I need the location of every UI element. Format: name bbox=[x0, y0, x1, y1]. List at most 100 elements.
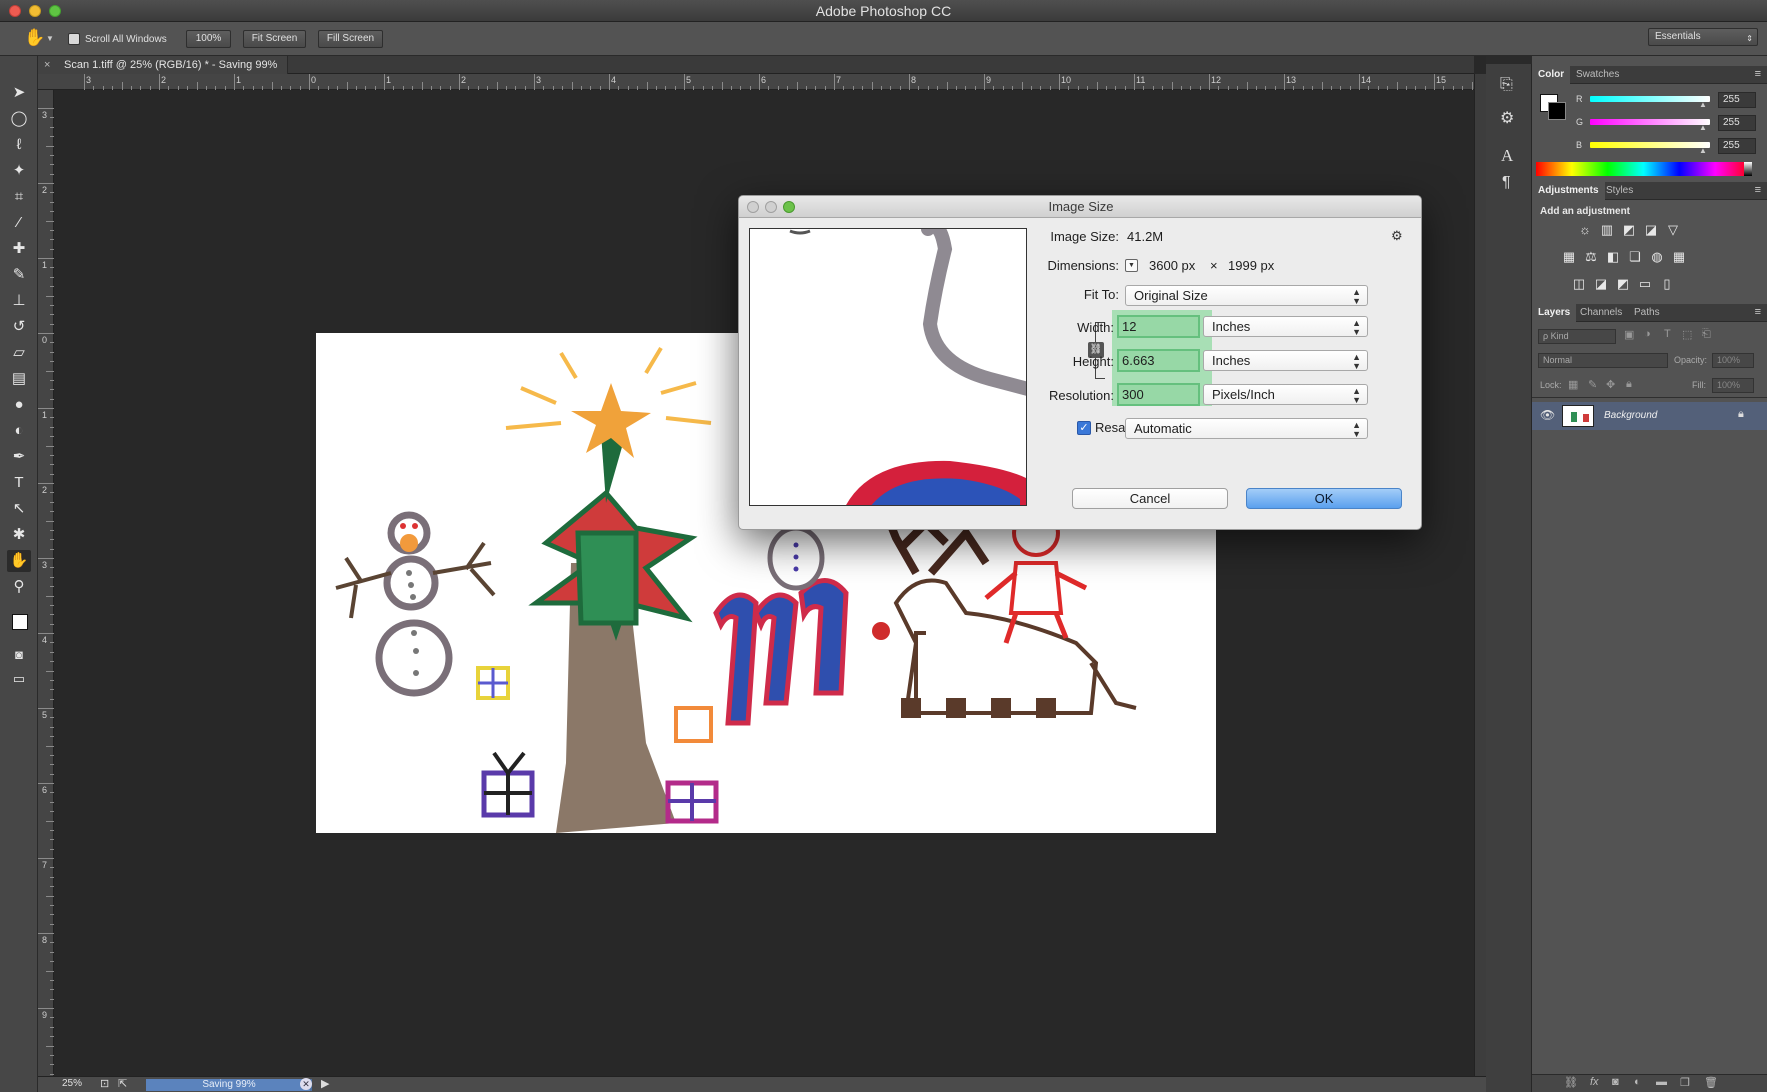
g-slider[interactable] bbox=[1590, 119, 1710, 125]
tool-preset-chevron-icon[interactable]: ▼ bbox=[46, 34, 54, 43]
channel-mixer-icon[interactable]: ◍ bbox=[1648, 249, 1666, 265]
slider-thumb-icon[interactable]: ▲ bbox=[1699, 123, 1707, 132]
new-layer-icon[interactable]: ❐ bbox=[1680, 1076, 1690, 1089]
blur-tool-icon[interactable]: ● bbox=[7, 394, 31, 416]
vertical-scrollbar[interactable] bbox=[1474, 74, 1486, 1076]
status-menu-arrow-icon[interactable]: ▶ bbox=[321, 1077, 329, 1090]
fill-value[interactable]: 100% bbox=[1712, 378, 1754, 393]
gradient-tool-icon[interactable]: ▤ bbox=[7, 368, 31, 390]
color-spectrum-ramp[interactable] bbox=[1536, 162, 1751, 176]
shape-filter-icon[interactable]: ⬚ bbox=[1682, 328, 1692, 341]
zoom-level[interactable]: 25% bbox=[62, 1078, 82, 1089]
resample-select[interactable]: Automatic ▲ ▼ bbox=[1125, 418, 1368, 439]
zoom-100-button[interactable]: 100% bbox=[186, 30, 231, 48]
blend-mode-select[interactable]: Normal bbox=[1538, 353, 1668, 368]
character-panel-icon[interactable]: A bbox=[1501, 146, 1513, 166]
background-color-swatch[interactable] bbox=[1548, 102, 1566, 120]
dimensions-units-dropdown-icon[interactable]: ▼ bbox=[1125, 259, 1138, 272]
panel-menu-icon[interactable]: ≡ bbox=[1755, 184, 1761, 196]
layer-mask-icon[interactable]: ◙ bbox=[1612, 1076, 1619, 1088]
height-unit-select[interactable]: Inches ▲ ▼ bbox=[1203, 350, 1368, 371]
magic-wand-tool-icon[interactable]: ✦ bbox=[7, 160, 31, 182]
cancel-button[interactable]: Cancel bbox=[1072, 488, 1228, 509]
layer-style-icon[interactable]: fx bbox=[1590, 1076, 1599, 1088]
posterize-icon[interactable]: ◪ bbox=[1592, 276, 1610, 292]
fit-to-select[interactable]: Original Size ▲ ▼ bbox=[1125, 285, 1368, 306]
lock-transparency-icon[interactable]: ▦ bbox=[1568, 378, 1578, 391]
ok-button[interactable]: OK bbox=[1246, 488, 1402, 509]
r-value[interactable]: 255 bbox=[1718, 92, 1756, 108]
selective-color-icon[interactable]: ▯ bbox=[1658, 276, 1676, 292]
scroll-all-windows-checkbox[interactable] bbox=[68, 33, 80, 45]
resolution-unit-select[interactable]: Pixels/Inch ▲ ▼ bbox=[1203, 384, 1368, 405]
layer-lock-icon[interactable]: 🔒︎ bbox=[1738, 408, 1744, 421]
dialog-minimize-button[interactable] bbox=[765, 201, 777, 213]
photo-filter-icon[interactable]: ❏ bbox=[1626, 249, 1644, 265]
zoom-tool-icon[interactable]: ⚲ bbox=[7, 576, 31, 598]
history-brush-tool-icon[interactable]: ↺ bbox=[7, 316, 31, 338]
tab-adjustments[interactable]: Adjustments bbox=[1532, 182, 1605, 200]
settings-gear-icon[interactable]: ⚙ bbox=[1391, 228, 1403, 244]
brightness-contrast-icon[interactable]: ☼ bbox=[1576, 222, 1594, 238]
eraser-tool-icon[interactable]: ▱ bbox=[7, 342, 31, 364]
type-filter-icon[interactable]: T bbox=[1664, 328, 1671, 340]
shape-tool-icon[interactable]: ✱ bbox=[7, 524, 31, 546]
close-tab-icon[interactable]: × bbox=[44, 56, 50, 74]
opacity-value[interactable]: 100% bbox=[1712, 353, 1754, 368]
fill-screen-button[interactable]: Fill Screen bbox=[318, 30, 383, 48]
move-tool-icon[interactable]: ➤ bbox=[7, 82, 31, 104]
invert-icon[interactable]: ◫ bbox=[1570, 276, 1588, 292]
color-balance-icon[interactable]: ⚖ bbox=[1582, 249, 1600, 265]
adjustment-filter-icon[interactable]: ◑ bbox=[1644, 328, 1651, 340]
screen-mode-icon[interactable]: ▭ bbox=[7, 668, 31, 690]
tab-layers[interactable]: Layers bbox=[1532, 304, 1577, 322]
height-input[interactable]: 6.663 bbox=[1117, 349, 1200, 372]
lasso-tool-icon[interactable]: ℓ bbox=[7, 134, 31, 156]
hue-saturation-icon[interactable]: ▦ bbox=[1560, 249, 1578, 265]
dialog-close-button[interactable] bbox=[747, 201, 759, 213]
fit-screen-button[interactable]: Fit Screen bbox=[243, 30, 306, 48]
smart-object-filter-icon[interactable]: ⎗ bbox=[1702, 328, 1711, 341]
share-icon[interactable]: ⇱ bbox=[118, 1077, 127, 1090]
black-white-icon[interactable]: ◧ bbox=[1604, 249, 1622, 265]
status-info-icon[interactable]: ⊡ bbox=[100, 1077, 109, 1090]
resample-checkbox[interactable]: ✓ bbox=[1077, 421, 1091, 435]
path-selection-tool-icon[interactable]: ↖ bbox=[7, 498, 31, 520]
new-group-icon[interactable]: ▬ bbox=[1656, 1076, 1667, 1088]
dodge-tool-icon[interactable]: ◐ bbox=[7, 420, 31, 442]
lock-position-icon[interactable]: ✥ bbox=[1606, 378, 1615, 391]
resolution-input[interactable]: 300 bbox=[1117, 383, 1200, 406]
width-input[interactable]: 12 bbox=[1117, 315, 1200, 338]
paragraph-panel-icon[interactable]: ¶ bbox=[1502, 174, 1511, 192]
hand-tool-icon[interactable]: ✋ bbox=[24, 28, 45, 48]
pixel-filter-icon[interactable]: ▣ bbox=[1624, 328, 1634, 341]
panel-menu-icon[interactable]: ≡ bbox=[1755, 306, 1761, 318]
clone-stamp-tool-icon[interactable]: ⊥ bbox=[7, 290, 31, 312]
image-preview[interactable] bbox=[749, 228, 1027, 506]
type-tool-icon[interactable]: T bbox=[7, 472, 31, 494]
layer-filter-kind[interactable]: ρ Kind bbox=[1538, 329, 1616, 344]
hand-tool-icon[interactable]: ✋ bbox=[7, 550, 31, 572]
b-slider[interactable] bbox=[1590, 142, 1710, 148]
healing-brush-tool-icon[interactable]: ✚ bbox=[7, 238, 31, 260]
slider-thumb-icon[interactable]: ▲ bbox=[1699, 100, 1707, 109]
width-unit-select[interactable]: Inches ▲ ▼ bbox=[1203, 316, 1368, 337]
history-panel-icon[interactable]: ⎘ bbox=[1500, 76, 1513, 94]
lock-pixels-icon[interactable]: ✎ bbox=[1588, 378, 1597, 391]
slider-thumb-icon[interactable]: ▲ bbox=[1699, 146, 1707, 155]
foreground-color-swatch[interactable] bbox=[12, 614, 28, 630]
layer-row-background[interactable]: 👁︎ Background 🔒︎ bbox=[1532, 402, 1767, 430]
curves-icon[interactable]: ◩ bbox=[1620, 222, 1638, 238]
panel-menu-icon[interactable]: ≡ bbox=[1755, 68, 1761, 80]
eye-visibility-icon[interactable]: 👁︎ bbox=[1540, 408, 1555, 422]
exposure-icon[interactable]: ◪ bbox=[1642, 222, 1660, 238]
pen-tool-icon[interactable]: ✒ bbox=[7, 446, 31, 468]
g-value[interactable]: 255 bbox=[1718, 115, 1756, 131]
lock-all-icon[interactable]: 🔒︎ bbox=[1626, 378, 1632, 391]
document-tab[interactable]: × Scan 1.tiff @ 25% (RGB/16) * - Saving … bbox=[38, 56, 288, 74]
link-layers-icon[interactable]: ⛓ bbox=[1564, 1076, 1578, 1089]
crop-tool-icon[interactable]: ⌗ bbox=[7, 186, 31, 208]
dialog-zoom-button[interactable] bbox=[783, 201, 795, 213]
brush-tool-icon[interactable]: ✎ bbox=[7, 264, 31, 286]
adjustment-layer-icon[interactable]: ◐ bbox=[1634, 1076, 1641, 1088]
